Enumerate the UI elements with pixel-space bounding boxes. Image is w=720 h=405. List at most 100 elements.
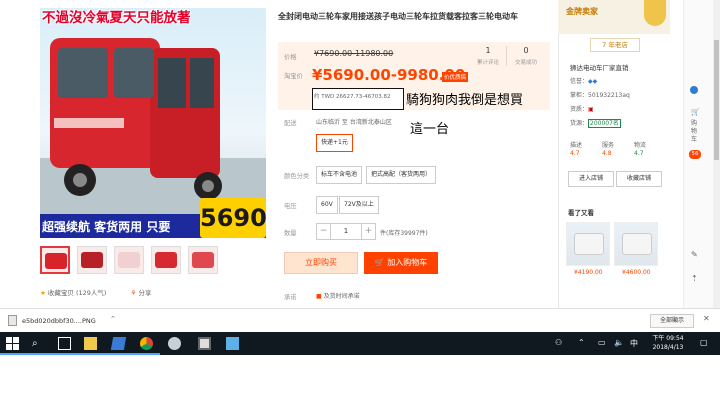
input-method-icon[interactable]: 中 (630, 338, 638, 349)
gold-medal-icon (644, 0, 666, 26)
favorite-shop-button[interactable]: 收藏店铺 (616, 171, 662, 187)
network-icon[interactable]: ▭ (598, 338, 606, 347)
rating-value: 200007名 (588, 119, 621, 128)
recommended-item-1[interactable] (566, 222, 610, 266)
windows-taskbar (0, 332, 720, 355)
thumbnail-4[interactable] (151, 246, 181, 274)
thumbnail-5[interactable] (188, 246, 218, 274)
show-all-button[interactable]: 全部顯示 (650, 314, 694, 328)
main-product-image[interactable]: 不過沒冷氣夏天只能放著 超强续航 客货两用 只要 5690 (40, 8, 266, 238)
clock[interactable]: 下午 09:54 2018/4/13 (650, 334, 686, 352)
score-logistics-value: 4.7 (634, 150, 644, 157)
sales-count: 0 (523, 46, 529, 55)
cart-sidebar-label[interactable]: 购物车 (691, 120, 699, 144)
phone-value: 501932213aq (588, 92, 630, 99)
person-icon[interactable]: ⚇ (555, 338, 562, 347)
thumbnail-1[interactable] (40, 246, 70, 274)
original-price: ¥7690.00-11980.00 (314, 49, 394, 58)
color-option-1[interactable]: 标车不含电池 (316, 166, 363, 184)
file-explorer-icon[interactable] (84, 337, 97, 350)
shipping-route[interactable]: 山东临沂 至 台湾新北泰山区 (316, 117, 392, 126)
clock-date: 2018/4/13 (652, 344, 684, 351)
tray-chevron-icon[interactable]: ⌃ (578, 338, 585, 347)
favorite-link[interactable]: 收藏宝贝 (129人气) (48, 289, 107, 297)
promise-text: ■ 及货时间承诺 (316, 291, 360, 300)
thumbnail-3[interactable] (114, 246, 144, 274)
scrollbar-thumb[interactable] (714, 40, 719, 160)
share-link[interactable]: 分享 (138, 289, 151, 297)
task-view-icon[interactable] (58, 337, 71, 350)
app-pin-icon[interactable] (110, 337, 127, 350)
promise-icon: ■ (316, 293, 322, 300)
voltage-label: 电压 (284, 203, 297, 210)
file-icon (8, 315, 17, 326)
quantity-label: 数量 (284, 230, 297, 237)
quantity-increase-button[interactable]: + (361, 224, 375, 239)
volume-icon[interactable]: 🔈 (614, 338, 624, 347)
network-app-icon[interactable] (168, 337, 181, 350)
download-bar: e5bd020dbbf30....PNG ⌃ 全部顯示 ✕ (0, 308, 720, 332)
shop-name[interactable]: 狮达电动车厂家直销 (570, 62, 629, 72)
notification-icon[interactable]: ▢ (700, 338, 708, 347)
reviews-label[interactable]: 累计评论 (470, 58, 506, 66)
quantity-decrease-button[interactable]: − (317, 224, 331, 239)
edit-icon[interactable]: ✎ (691, 250, 698, 259)
stock-text: 件(库存39997件) (380, 230, 428, 237)
cart-icon: 🛒 (374, 258, 385, 267)
color-option-2[interactable]: 把式高配（客货两用） (366, 166, 437, 184)
cart-count-badge: 56 (689, 150, 701, 159)
score-desc-label: 描述 (570, 142, 583, 149)
price-badge: 价优质稿 (442, 72, 469, 82)
qualification-badge-icon: ▣ (588, 106, 594, 113)
product-title: 全封闭电动三轮车家用接送孩子电动三轮车拉货载客拉客三轮电动车 (278, 12, 518, 21)
see-also-heading: 看了又看 (568, 209, 594, 217)
voltage-option-72v[interactable]: 72V及以上 (339, 196, 379, 214)
chevron-up-icon[interactable]: ⌃ (110, 315, 116, 323)
score-desc-value: 4.7 (570, 150, 580, 157)
calculator-icon[interactable] (198, 337, 211, 350)
score-service-label: 服务 (602, 142, 615, 149)
twd-conversion: 约 TWD 26627.73-46703.82 (314, 94, 391, 100)
share-icon: ⚘ (130, 289, 137, 297)
rating-label: 货源： (570, 120, 589, 127)
recommended-item-2[interactable] (614, 222, 658, 266)
thumbnail-2[interactable] (77, 246, 107, 274)
recommended-price-1: ¥4190.00 (574, 269, 603, 276)
credit-row: 信誉：◆◆ (570, 76, 597, 85)
taobao-price-label: 淘宝价 (284, 73, 303, 80)
promise-value: 及货时间承诺 (323, 293, 360, 300)
voltage-option-60v[interactable]: 60V (316, 196, 338, 214)
promo-price-tag: 5690 (200, 198, 266, 238)
stat-divider (506, 46, 507, 66)
promo-bottom-text: 超强续航 客货两用 只要 (42, 220, 171, 234)
color-label: 颜色分类 (284, 173, 310, 180)
score-logistics-label: 物流 (634, 142, 647, 149)
promise-label: 承诺 (284, 294, 297, 301)
close-icon[interactable]: ✕ (703, 314, 710, 323)
rating-row: 货源： 200007名 (570, 118, 621, 128)
quantity-input[interactable]: 1 (331, 224, 361, 239)
shipping-option[interactable]: 快递+1元 (316, 134, 353, 152)
chrome-icon[interactable] (140, 337, 153, 350)
enter-shop-button[interactable]: 进入店铺 (568, 171, 614, 187)
star-icon: ★ (40, 289, 46, 297)
handwritten-annotation-line2: 這一台 (410, 122, 450, 137)
clock-time: 下午 09:54 (652, 335, 684, 342)
service-label: 资质： (570, 106, 589, 113)
cart-sidebar-icon[interactable]: 🛒 (691, 108, 700, 116)
back-to-top-icon[interactable]: ⇡ (691, 274, 698, 283)
shop-years: 7 年老店 (590, 38, 640, 52)
add-to-cart-button[interactable]: 🛒 加入购物车 (364, 252, 438, 274)
windows-start-icon[interactable] (6, 337, 19, 350)
promo-top-caption: 不過沒冷氣夏天只能放著 (42, 10, 191, 26)
app-window-icon[interactable] (226, 337, 239, 350)
buy-now-button[interactable]: 立即购买 (284, 252, 358, 274)
service-row: 资质：▣ (570, 104, 594, 113)
search-icon[interactable]: ⌕ (32, 337, 45, 350)
score-service-value: 4.8 (602, 150, 612, 157)
info-dot-icon[interactable] (690, 86, 698, 94)
credit-diamond-icon: ◆◆ (588, 78, 598, 85)
download-filename[interactable]: e5bd020dbbf30....PNG (22, 317, 96, 325)
handwritten-annotation-line1: 騎狗狗肉我倒是想買 (406, 93, 524, 108)
gold-seller-label: 金牌卖家 (566, 7, 598, 16)
